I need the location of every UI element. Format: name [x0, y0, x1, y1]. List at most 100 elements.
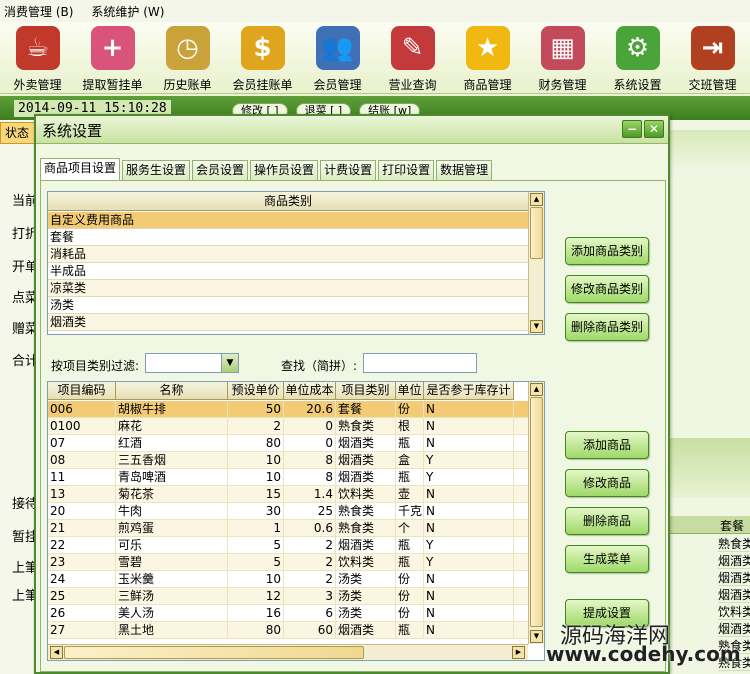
- tab-member-settings[interactable]: 会员设置: [192, 160, 249, 180]
- table-cell: 烟酒类: [336, 452, 396, 469]
- toolbar-label: 会员挂账单: [232, 78, 293, 92]
- table-cell: 07: [48, 435, 116, 452]
- tab-billing-settings[interactable]: 计费设置: [320, 160, 377, 180]
- category-row[interactable]: 烟酒类: [48, 314, 528, 331]
- column-header[interactable]: 单位: [396, 382, 424, 400]
- table-row[interactable]: 08 三五香烟 10 8 烟酒类盒 Y: [48, 452, 528, 469]
- search-input[interactable]: [363, 353, 477, 373]
- table-row[interactable]: 22 可乐 5 2 烟酒类瓶 Y: [48, 537, 528, 554]
- category-row[interactable]: 凉菜类: [48, 280, 528, 297]
- toolbar-button[interactable]: ◷ 历史账单: [150, 22, 225, 93]
- table-cell: 瓶: [396, 435, 424, 452]
- scroll-up-icon[interactable]: ▲: [530, 193, 543, 206]
- table-cell: 25: [284, 503, 336, 520]
- tab-data-management[interactable]: 数据管理: [436, 160, 493, 180]
- tab-waiter-settings[interactable]: 服务生设置: [122, 160, 191, 180]
- product-vscrollbar[interactable]: ▲ ▼: [528, 382, 544, 644]
- scroll-thumb[interactable]: [64, 646, 364, 659]
- table-row[interactable]: 25 三鲜汤 12 3 汤类份 N: [48, 588, 528, 605]
- table-cell: 0.6: [284, 520, 336, 537]
- delete-category-button[interactable]: 删除商品类别: [565, 313, 649, 341]
- table-cell: Y: [424, 469, 514, 486]
- column-header[interactable]: 预设单价: [228, 382, 284, 400]
- table-cell: 瓶: [396, 554, 424, 571]
- category-row[interactable]: 套餐: [48, 229, 528, 246]
- table-row[interactable]: 006 胡椒牛排 50 20.6 套餐份 N: [48, 401, 528, 418]
- table-row[interactable]: 27 黑土地 80 60 烟酒类瓶 N: [48, 622, 528, 639]
- table-cell: 3: [284, 588, 336, 605]
- table-cell: N: [424, 418, 514, 435]
- toolbar-button[interactable]: ★ 商品管理: [450, 22, 525, 93]
- scroll-up-icon[interactable]: ▲: [530, 383, 543, 396]
- menu-system-maintenance[interactable]: 系统维护 (W): [87, 3, 178, 20]
- category-row[interactable]: 汤类: [48, 297, 528, 314]
- toolbar-label: 商品管理: [463, 78, 512, 92]
- minimize-icon[interactable]: −: [622, 120, 642, 138]
- table-cell: 11: [48, 469, 116, 486]
- table-row[interactable]: 0100 麻花 2 0 熟食类根 N: [48, 418, 528, 435]
- column-header[interactable]: 项目编码: [48, 382, 116, 400]
- toolbar-button[interactable]: ☕ 外卖管理: [0, 22, 75, 93]
- toolbar-button[interactable]: $ 会员挂账单: [225, 22, 300, 93]
- scroll-thumb[interactable]: [530, 207, 543, 259]
- column-header[interactable]: 单位成本: [284, 382, 336, 400]
- edit-product-button[interactable]: 修改商品: [565, 469, 649, 497]
- table-row[interactable]: 13 菊花茶 15 1.4 饮料类壶 N: [48, 486, 528, 503]
- category-grid[interactable]: 商品类别 自定义费用商品 套餐 消耗品 半成品 凉菜类 汤类 烟酒类 ▲ ▼: [47, 191, 545, 335]
- product-settings-pane: 商品类别 自定义费用商品 套餐 消耗品 半成品 凉菜类 汤类 烟酒类 ▲ ▼ 添加商品类别 …: [40, 180, 666, 672]
- category-scrollbar[interactable]: ▲ ▼: [528, 192, 544, 334]
- table-cell: Y: [424, 554, 514, 571]
- table-cell: N: [424, 503, 514, 520]
- table-cell: 菊花茶: [116, 486, 228, 503]
- chevron-down-icon[interactable]: ▼: [221, 354, 238, 372]
- table-row[interactable]: 11 青岛啤酒 10 8 烟酒类瓶 Y: [48, 469, 528, 486]
- scroll-left-icon[interactable]: ◀: [50, 646, 63, 659]
- money-arrow-icon: $: [240, 26, 285, 70]
- table-row[interactable]: 20 牛肉 30 25 熟食类 千克 N: [48, 503, 528, 520]
- right-grid-cell: 烟酒类: [718, 586, 750, 603]
- delete-product-button[interactable]: 删除商品: [565, 507, 649, 535]
- product-hscrollbar[interactable]: ◀ ▶: [48, 644, 528, 660]
- toolbar-button[interactable]: ▦ 财务管理: [525, 22, 600, 93]
- table-cell: 烟酒类: [336, 537, 396, 554]
- category-row[interactable]: 自定义费用商品: [48, 212, 528, 229]
- toolbar-button[interactable]: ✎ 营业查询: [375, 22, 450, 93]
- product-grid[interactable]: 项目编码 名称 预设单价 单位成本 项目类别 单位 是否参于库存计 006 胡椒牛排 50 20.…: [47, 381, 545, 661]
- watermark-url: www.codehy.com: [546, 642, 741, 666]
- table-cell: 根: [396, 418, 424, 435]
- scroll-down-icon[interactable]: ▼: [530, 630, 543, 643]
- table-row[interactable]: 26 美人汤 16 6 汤类份 N: [48, 605, 528, 622]
- generate-menu-button[interactable]: 生成菜单: [565, 545, 649, 573]
- scroll-down-icon[interactable]: ▼: [530, 320, 543, 333]
- close-icon[interactable]: ✕: [644, 120, 664, 138]
- menu-consume[interactable]: 消费管理 (B): [0, 3, 87, 20]
- table-row[interactable]: 07 红酒 80 0 烟酒类瓶 N: [48, 435, 528, 452]
- column-header[interactable]: 名称: [116, 382, 228, 400]
- table-row[interactable]: 23 雪碧 5 2 饮料类瓶 Y: [48, 554, 528, 571]
- table-cell: 青岛啤酒: [116, 469, 228, 486]
- table-row[interactable]: 24 玉米羹 10 2 汤类份 N: [48, 571, 528, 588]
- toolbar-button[interactable]: ⇥ 交班管理: [675, 22, 750, 93]
- toolbar-button[interactable]: + 提取暂挂单: [75, 22, 150, 93]
- tab-print-settings[interactable]: 打印设置: [378, 160, 435, 180]
- notebook-icon: ✎: [390, 26, 435, 70]
- right-panel-band: [668, 130, 750, 170]
- edit-category-button[interactable]: 修改商品类别: [565, 275, 649, 303]
- category-filter-select[interactable]: ▼: [145, 353, 239, 373]
- add-category-button[interactable]: 添加商品类别: [565, 237, 649, 265]
- tab-product-settings[interactable]: 商品项目设置: [40, 158, 121, 180]
- column-header[interactable]: 是否参于库存计: [424, 382, 514, 400]
- category-row[interactable]: 半成品: [48, 263, 528, 280]
- table-cell: 22: [48, 537, 116, 554]
- scroll-right-icon[interactable]: ▶: [512, 646, 525, 659]
- table-row[interactable]: 21 煎鸡蛋 1 0.6 熟食类个 N: [48, 520, 528, 537]
- column-header[interactable]: 项目类别: [336, 382, 396, 400]
- toolbar-button[interactable]: 👥 会员管理: [300, 22, 375, 93]
- tab-operator-settings[interactable]: 操作员设置: [250, 160, 319, 180]
- calculator-icon: ▦: [540, 26, 585, 70]
- table-cell: 8: [284, 452, 336, 469]
- scroll-thumb[interactable]: [530, 397, 543, 627]
- category-row[interactable]: 消耗品: [48, 246, 528, 263]
- toolbar-button[interactable]: ⚙ 系统设置: [600, 22, 675, 93]
- add-product-button[interactable]: 添加商品: [565, 431, 649, 459]
